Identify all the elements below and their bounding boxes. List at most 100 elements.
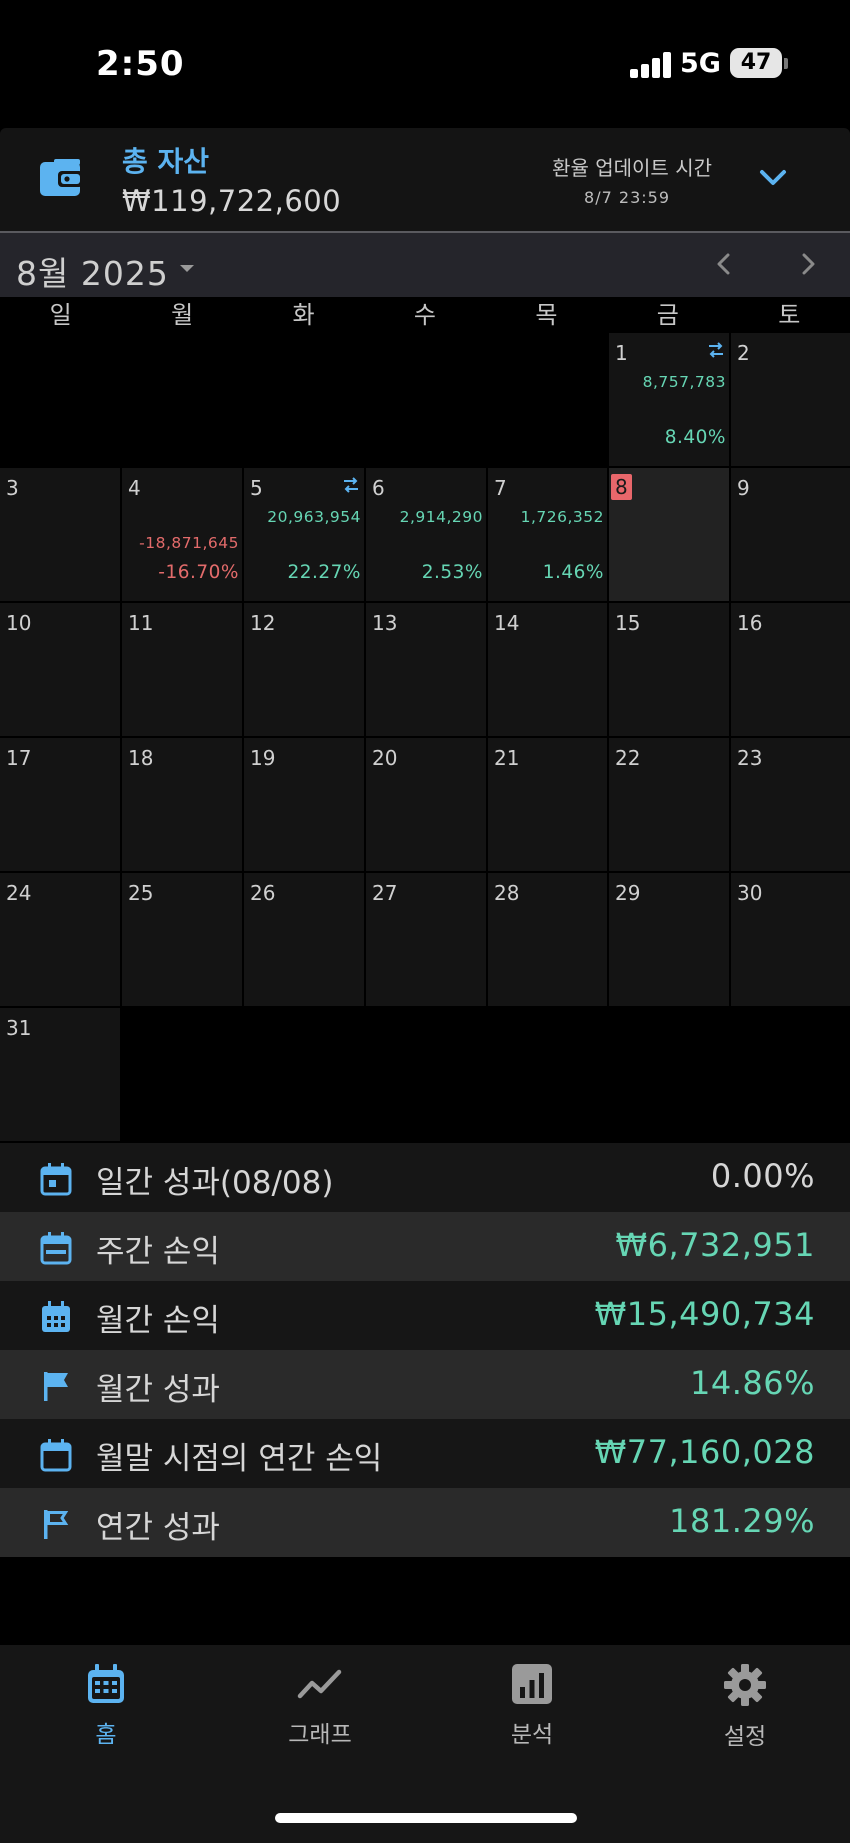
day-number: 3	[6, 476, 19, 500]
day-percent: 2.53%	[421, 562, 483, 583]
day-cell-5[interactable]: 5 20,963,954 22.27%	[244, 468, 364, 601]
flag-filled-icon	[44, 1372, 68, 1401]
status-bar: 2:50 5G 47	[0, 0, 850, 128]
day-number: 30	[737, 881, 763, 905]
day-cell-28[interactable]: 28	[488, 873, 607, 1006]
fx-update-time: 8/7 23:59	[584, 188, 670, 207]
summary-label: 일간 성과(08/08)	[96, 1165, 334, 1201]
status-time: 2:50	[96, 44, 185, 84]
day-number: 14	[494, 611, 520, 635]
day-percent: -16.70%	[158, 562, 239, 583]
summary-row-weekly: 주간 손익 ₩6,732,951	[0, 1212, 850, 1281]
day-cell-11[interactable]: 11	[122, 603, 242, 736]
day-cell-20[interactable]: 20	[366, 738, 486, 871]
weekday-fri: 금	[656, 301, 679, 329]
weekday-sat: 토	[778, 301, 801, 329]
day-cell-29[interactable]: 29	[609, 873, 729, 1006]
day-percent: 8.40%	[664, 427, 726, 448]
day-amount: 20,963,954	[267, 508, 361, 526]
wallet-icon	[40, 159, 83, 196]
day-cell-8-today[interactable]: 8	[609, 468, 729, 601]
tab-analysis[interactable]: 분석	[472, 1663, 592, 1763]
tab-label: 홈	[95, 1722, 117, 1748]
today-badge: 8	[611, 474, 632, 500]
day-cell-2[interactable]: 2	[731, 333, 850, 466]
day-cell-27[interactable]: 27	[366, 873, 486, 1006]
day-cell-25[interactable]: 25	[122, 873, 242, 1006]
calendar-blank-icon	[40, 1439, 72, 1472]
day-cell-15[interactable]: 15	[609, 603, 729, 736]
day-cell-17[interactable]: 17	[0, 738, 120, 871]
summary-row-monthly-perf: 월간 성과 14.86%	[0, 1350, 850, 1419]
day-number: 17	[6, 746, 32, 770]
home-indicator	[275, 1813, 577, 1823]
day-cell-21[interactable]: 21	[488, 738, 607, 871]
day-cell-9[interactable]: 9	[731, 468, 850, 601]
day-number: 19	[250, 746, 276, 770]
day-cell-12[interactable]: 12	[244, 603, 364, 736]
day-number: 16	[737, 611, 763, 635]
flag-outline-icon	[44, 1510, 69, 1539]
day-cell-10[interactable]: 10	[0, 603, 120, 736]
transfer-icon	[344, 477, 358, 493]
day-number: 27	[372, 881, 398, 905]
day-cell-16[interactable]: 16	[731, 603, 850, 736]
day-number: 22	[615, 746, 641, 770]
weekday-header: 일 월 화 수 목 금 토	[0, 297, 850, 333]
day-cell-19[interactable]: 19	[244, 738, 364, 871]
day-percent: 1.46%	[542, 562, 604, 583]
day-cell-31[interactable]: 31	[0, 1008, 120, 1141]
tab-label: 그래프	[288, 1722, 352, 1748]
tab-settings[interactable]: 설정	[685, 1663, 805, 1763]
day-cell-13[interactable]: 13	[366, 603, 486, 736]
day-number: 15	[615, 611, 641, 635]
day-amount: 1,726,352	[520, 508, 604, 526]
day-number: 9	[737, 476, 750, 500]
total-assets-header[interactable]: 총 자산 ₩119,722,600 환율 업데이트 시간 8/7 23:59	[0, 128, 850, 231]
battery-icon: 47	[730, 48, 782, 78]
day-number: 23	[737, 746, 763, 770]
day-cell-26[interactable]: 26	[244, 873, 364, 1006]
day-cell-6[interactable]: 6 2,914,290 2.53%	[366, 468, 486, 601]
day-number: 7	[494, 476, 507, 500]
calendar-week-icon	[40, 1232, 72, 1265]
day-number: 11	[128, 611, 154, 635]
summary-label: 월간 성과	[96, 1372, 220, 1408]
day-cell-4[interactable]: 4 -18,871,645 -16.70%	[122, 468, 242, 601]
day-cell-3[interactable]: 3	[0, 468, 120, 601]
day-number: 6	[372, 476, 385, 500]
summary-value: 181.29%	[669, 1502, 815, 1540]
day-number: 4	[128, 476, 141, 500]
tab-graph[interactable]: 그래프	[260, 1663, 380, 1763]
weekday-mon: 월	[171, 301, 194, 329]
day-cell-18[interactable]: 18	[122, 738, 242, 871]
day-number: 25	[128, 881, 154, 905]
fx-update-label: 환율 업데이트 시간	[552, 156, 712, 180]
bar-chart-icon	[512, 1664, 552, 1704]
day-number: 28	[494, 881, 520, 905]
weekday-wed: 수	[413, 301, 437, 329]
day-number: 18	[128, 746, 154, 770]
day-cell-7[interactable]: 7 1,726,352 1.46%	[488, 468, 607, 601]
day-cell-23[interactable]: 23	[731, 738, 850, 871]
day-cell-24[interactable]: 24	[0, 873, 120, 1006]
day-cell-30[interactable]: 30	[731, 873, 850, 1006]
chevron-down-icon[interactable]	[758, 166, 788, 190]
summary-value: ₩77,160,028	[594, 1433, 815, 1471]
day-number: 2	[737, 341, 750, 365]
day-cell-1[interactable]: 1 8,757,783 8.40%	[609, 333, 729, 466]
chevron-right-icon[interactable]	[796, 251, 820, 277]
tab-label: 설정	[723, 1724, 767, 1750]
month-label[interactable]: 8월 2025	[16, 247, 169, 295]
day-number: 20	[372, 746, 398, 770]
total-assets-value: ₩119,722,600	[122, 184, 342, 218]
tab-home[interactable]: 홈	[46, 1663, 166, 1763]
summary-value: ₩15,490,734	[594, 1295, 815, 1333]
day-cell-22[interactable]: 22	[609, 738, 729, 871]
signal-icon	[630, 52, 672, 78]
chevron-left-icon[interactable]	[712, 251, 736, 277]
day-amount: 8,757,783	[642, 373, 726, 391]
caret-down-icon[interactable]	[180, 265, 194, 272]
day-cell-14[interactable]: 14	[488, 603, 607, 736]
summary-value: ₩6,732,951	[615, 1226, 815, 1264]
